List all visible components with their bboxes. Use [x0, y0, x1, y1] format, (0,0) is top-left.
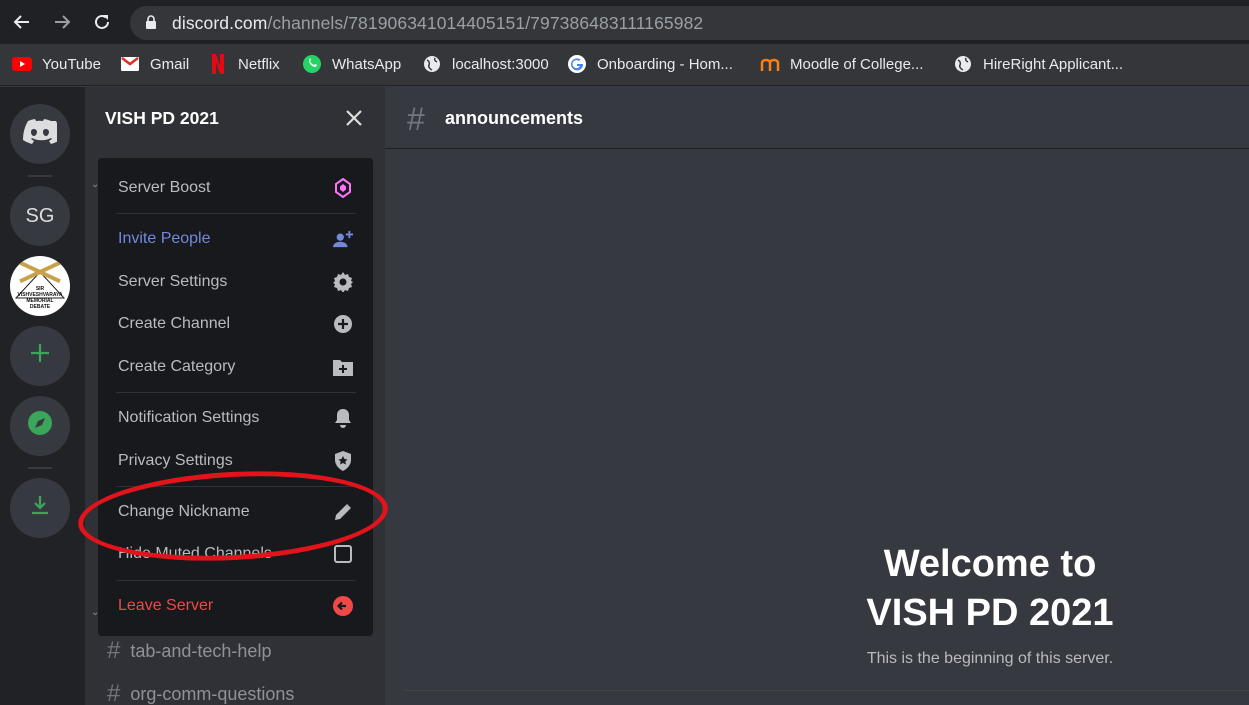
- pencil-icon: [333, 502, 353, 522]
- hash-icon: #: [407, 101, 425, 137]
- google-icon: [567, 54, 587, 74]
- welcome-section: Welcome to VISH PD 2021 This is the begi…: [790, 540, 1190, 668]
- shield-star-icon: [333, 451, 353, 471]
- add-person-icon: [333, 229, 353, 249]
- plus-circle-icon: [333, 314, 353, 334]
- channel-header: # announcements: [385, 87, 1249, 149]
- menu-item-hide-muted-channels[interactable]: Hide Muted Channels: [108, 536, 363, 572]
- divider: [28, 467, 52, 469]
- bookmark-label: Gmail: [150, 55, 190, 73]
- checkbox-icon: [333, 544, 353, 564]
- hash-icon: #: [107, 637, 121, 664]
- menu-item-server-settings[interactable]: Server Settings: [108, 264, 363, 300]
- bookmark-hireright[interactable]: HireRight Applicant...: [953, 53, 1123, 75]
- explore-servers-button[interactable]: [10, 396, 70, 456]
- bookmark-whatsapp[interactable]: WhatsApp: [302, 53, 401, 75]
- youtube-icon: [12, 54, 32, 74]
- server-initials: SG: [25, 204, 55, 227]
- server-dropdown-menu: Server Boost Invite People Server Settin…: [98, 158, 373, 636]
- forward-arrow-icon[interactable]: [50, 10, 74, 34]
- divider: [28, 175, 52, 177]
- plus-icon: [29, 342, 51, 370]
- menu-divider: [116, 580, 356, 581]
- menu-item-privacy-settings[interactable]: Privacy Settings: [108, 443, 363, 479]
- welcome-title: Welcome to: [883, 543, 1097, 585]
- menu-item-label: Server Boost: [118, 179, 211, 196]
- divider: [405, 690, 1249, 691]
- channel-item[interactable]: # tab-and-tech-help: [107, 637, 272, 664]
- gmail-icon: [120, 54, 140, 74]
- home-button[interactable]: [10, 104, 70, 164]
- channel-title: announcements: [445, 108, 584, 128]
- menu-item-invite-people[interactable]: Invite People: [108, 221, 363, 257]
- netflix-icon: [208, 54, 228, 74]
- whatsapp-icon: [302, 54, 322, 74]
- close-icon[interactable]: [343, 107, 365, 129]
- menu-item-label: Server Settings: [118, 273, 228, 290]
- discord-logo-icon: [23, 118, 61, 150]
- welcome-server-name: VISH PD 2021: [866, 592, 1114, 634]
- server-header[interactable]: VISH PD 2021: [85, 87, 385, 149]
- menu-item-notification-settings[interactable]: Notification Settings: [108, 400, 363, 436]
- menu-item-label: Change Nickname: [118, 503, 250, 520]
- back-arrow-icon[interactable]: [10, 10, 34, 34]
- menu-item-create-channel[interactable]: Create Channel: [108, 306, 363, 342]
- url-bar[interactable]: discord.com/channels/781906341014405151/…: [130, 6, 1249, 40]
- bookmark-label: Onboarding - Hom...: [597, 55, 733, 73]
- globe-icon: [422, 54, 442, 74]
- bookmark-netflix[interactable]: Netflix: [208, 53, 280, 75]
- menu-item-label: Invite People: [118, 230, 211, 247]
- bookmark-gmail[interactable]: Gmail: [120, 53, 189, 75]
- download-apps-button[interactable]: [10, 478, 70, 538]
- bookmark-label: Netflix: [238, 55, 280, 73]
- download-icon: [29, 494, 51, 522]
- server-icon-vish[interactable]: SIR VISHVESHVARAYA MEMORIAL DEBATE: [10, 256, 70, 316]
- compass-icon: [27, 410, 53, 442]
- menu-divider: [116, 486, 356, 487]
- menu-item-label: Leave Server: [118, 597, 214, 614]
- add-server-button[interactable]: [10, 326, 70, 386]
- bookmark-youtube[interactable]: YouTube: [12, 53, 101, 75]
- menu-item-leave-server[interactable]: Leave Server: [108, 588, 363, 624]
- menu-item-server-boost[interactable]: Server Boost: [108, 170, 363, 206]
- reload-icon[interactable]: [90, 10, 114, 34]
- welcome-subtitle: This is the beginning of this server.: [866, 650, 1114, 667]
- moodle-icon: [760, 54, 780, 74]
- bookmark-label: HireRight Applicant...: [983, 55, 1124, 73]
- menu-item-create-category[interactable]: Create Category: [108, 349, 363, 385]
- menu-item-label: Privacy Settings: [118, 452, 233, 469]
- bookmarks-bar: YouTube Gmail Netflix WhatsApp localhost…: [0, 44, 1249, 86]
- bookmark-onboarding[interactable]: Onboarding - Hom...: [567, 53, 733, 75]
- bookmark-label: Moodle of College...: [790, 55, 924, 73]
- hash-icon: #: [107, 680, 121, 705]
- menu-item-label: Notification Settings: [118, 409, 260, 426]
- menu-divider: [116, 213, 356, 214]
- bookmark-label: YouTube: [42, 55, 101, 73]
- server-icon-sg[interactable]: SG: [10, 186, 70, 246]
- folder-plus-icon: [333, 357, 353, 377]
- menu-item-label: Create Category: [118, 358, 236, 375]
- server-list: SG SIR VISHVESHVARAYA MEMORIAL DEBATE: [0, 87, 85, 705]
- bookmark-label: localhost:3000: [452, 55, 549, 73]
- bookmark-localhost[interactable]: localhost:3000: [422, 53, 549, 75]
- menu-divider: [116, 392, 356, 393]
- menu-item-label: Create Channel: [118, 315, 231, 332]
- bookmark-label: WhatsApp: [332, 55, 402, 73]
- lock-icon: [145, 15, 157, 35]
- channel-name: tab-and-tech-help: [130, 640, 272, 661]
- leave-icon: [333, 596, 353, 616]
- menu-item-label: Hide Muted Channels: [118, 545, 272, 562]
- globe-icon: [953, 54, 973, 74]
- url-text: discord.com/channels/781906341014405151/…: [172, 13, 704, 33]
- server-name: VISH PD 2021: [105, 108, 219, 128]
- bookmark-moodle[interactable]: Moodle of College...: [760, 53, 923, 75]
- gear-icon: [333, 272, 353, 292]
- bell-icon: [333, 408, 353, 428]
- channel-item[interactable]: # org-comm-questions: [107, 680, 295, 705]
- boost-icon: [333, 178, 353, 198]
- logo-text: DEBATE: [29, 304, 51, 310]
- menu-item-change-nickname[interactable]: Change Nickname: [108, 494, 363, 530]
- browser-address-bar: discord.com/channels/781906341014405151/…: [0, 0, 1249, 44]
- channel-name: org-comm-questions: [130, 683, 295, 704]
